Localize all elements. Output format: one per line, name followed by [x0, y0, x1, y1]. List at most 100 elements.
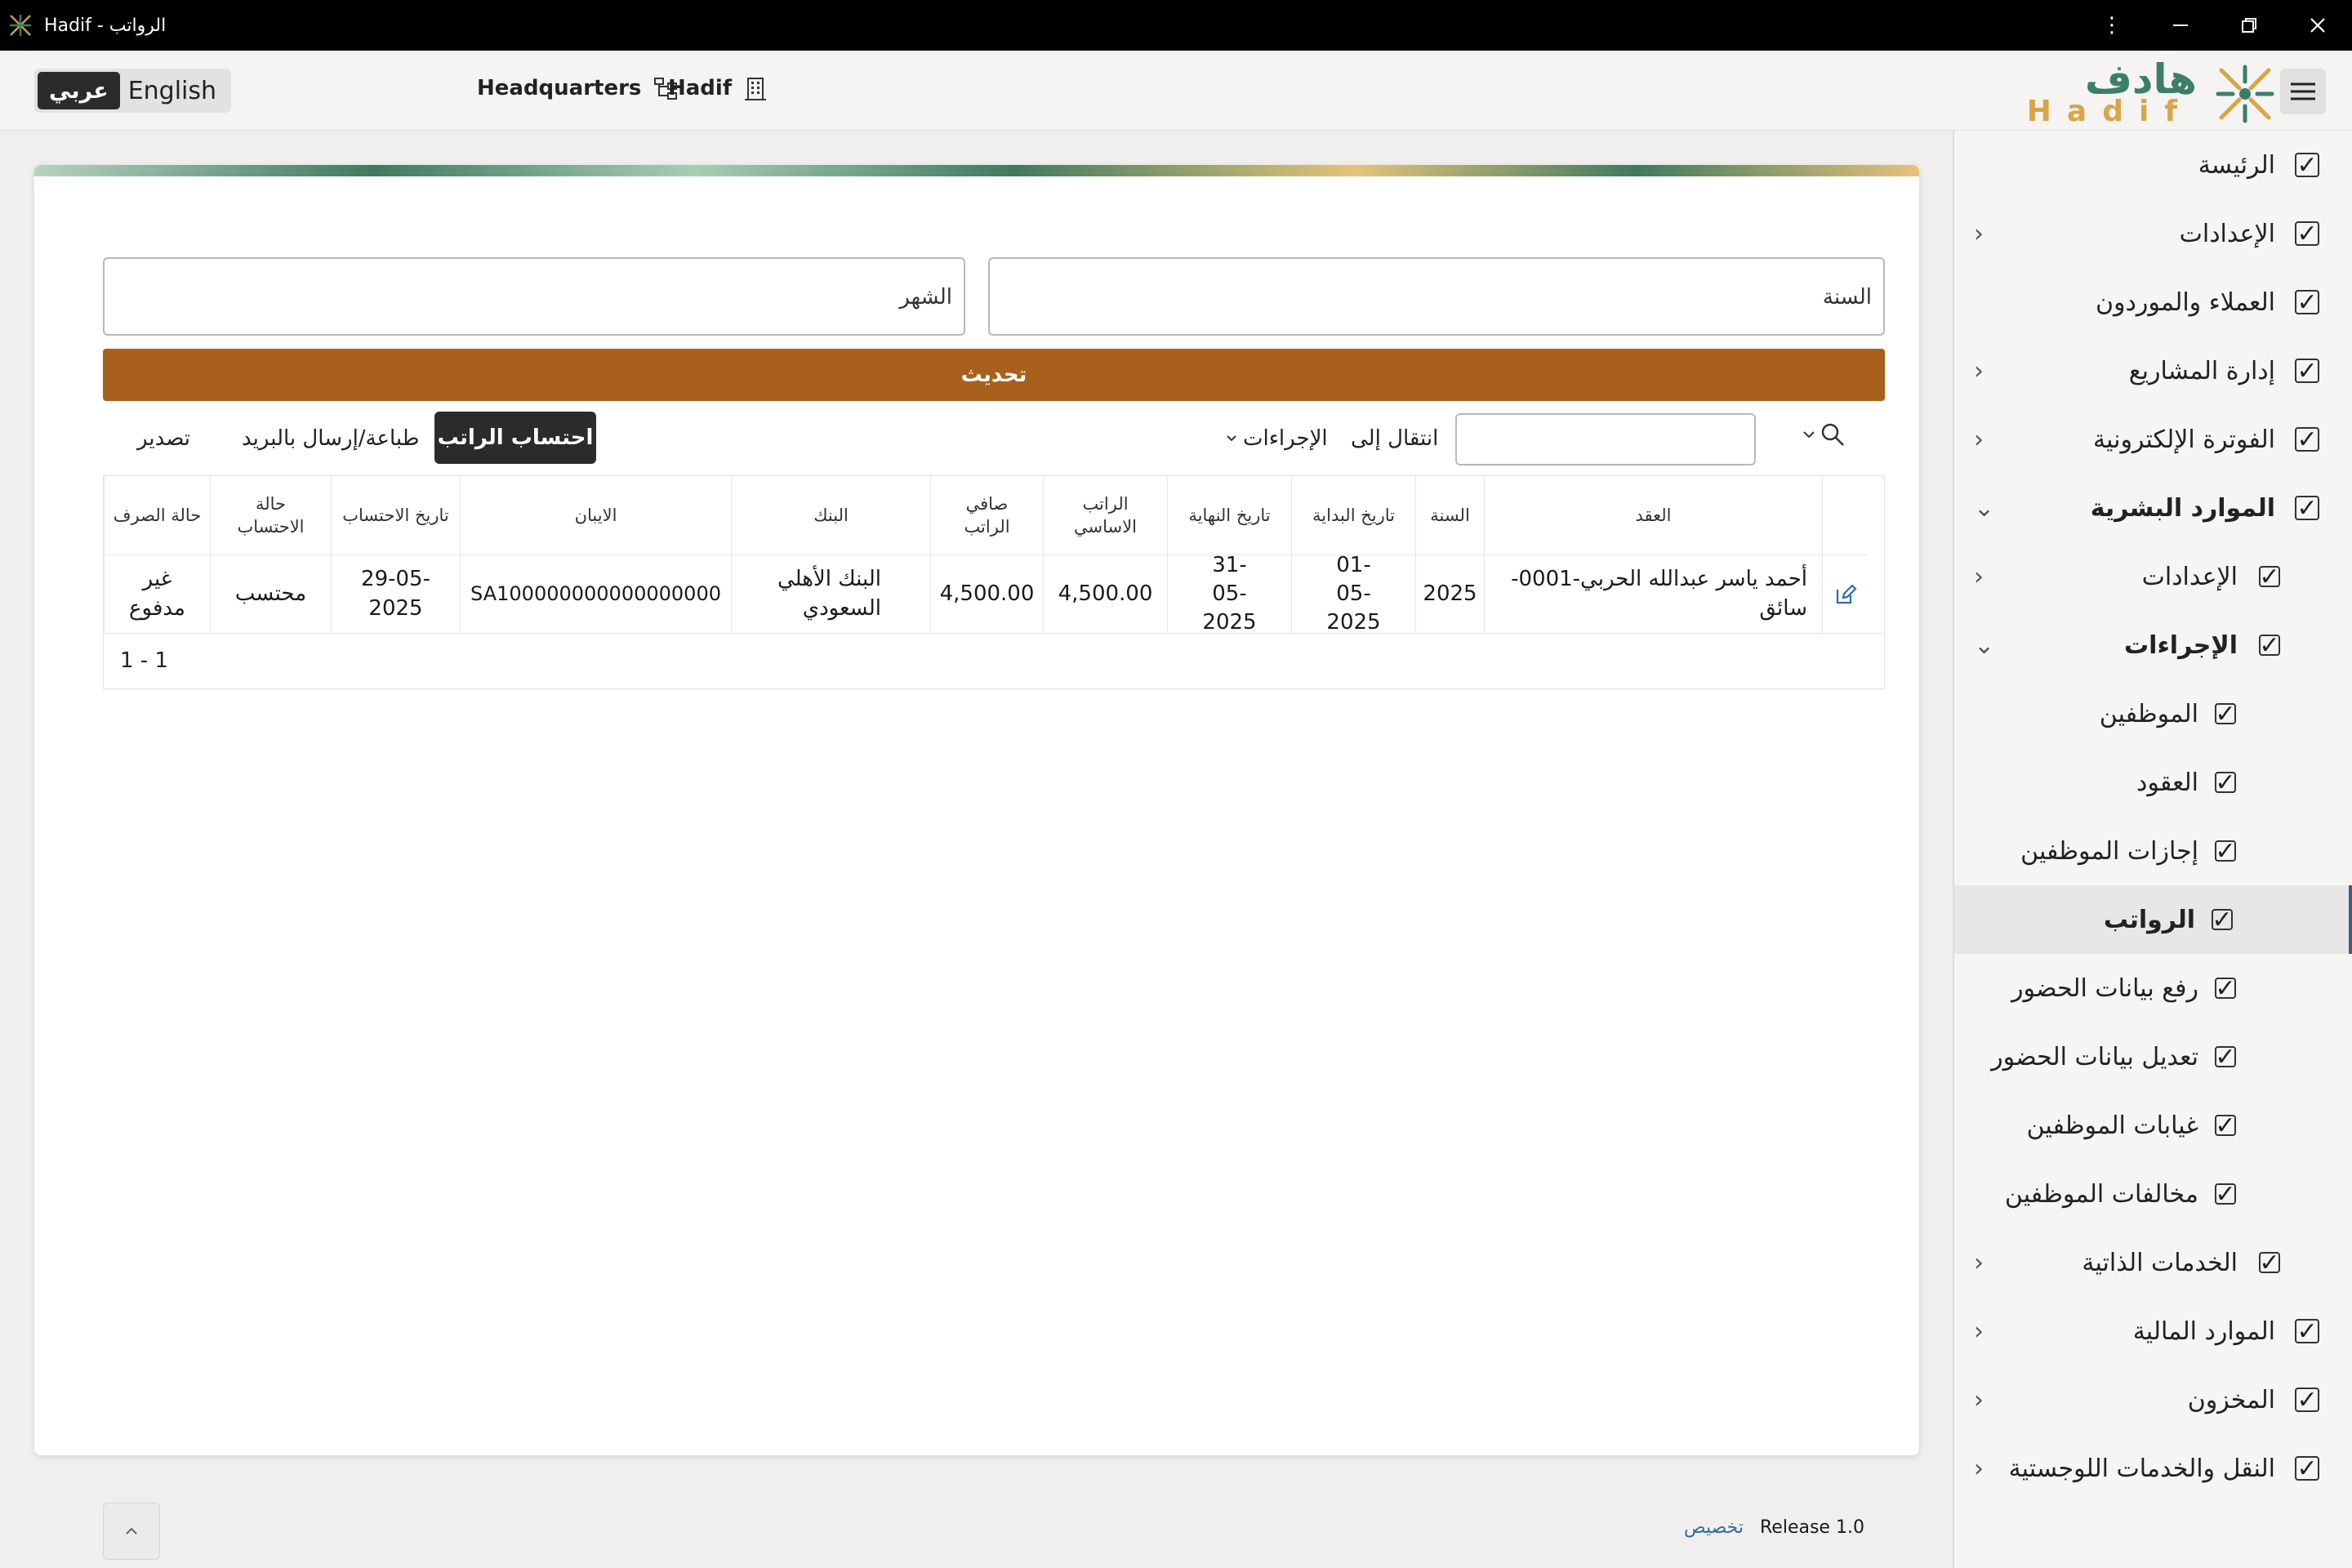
menu-toggle-button[interactable]: [2280, 69, 2326, 114]
refresh-button[interactable]: تحديث: [103, 349, 1885, 401]
calculate-salary-button[interactable]: احتساب الراتب: [434, 412, 596, 464]
sidebar-item-home[interactable]: ✓ الرئيسة: [1954, 131, 2352, 199]
actions-menu-button[interactable]: الإجراءات: [1225, 426, 1328, 451]
sidebar-item-self-services[interactable]: ✓ الخدمات الذاتية ‹: [1954, 1228, 2352, 1297]
month-label: الشهر: [899, 285, 952, 310]
scroll-to-top-button[interactable]: [103, 1503, 160, 1560]
app-icon: [10, 15, 31, 36]
checkbox-icon: ✓: [2259, 630, 2280, 660]
sidebar-item-employee-absences[interactable]: ✓ غيابات الموظفين: [1954, 1091, 2352, 1160]
organization-selector[interactable]: Hadif: [668, 75, 768, 101]
checkbox-icon: ✓: [2295, 1386, 2319, 1414]
cell-iban: SA100000000000000000: [460, 555, 731, 633]
cell-calc-date: 29-05-2025: [331, 555, 460, 633]
cell-bank: البنك الأهلي السعودي: [731, 555, 930, 633]
sidebar-item-customers-suppliers[interactable]: ✓ العملاء والموردون: [1954, 268, 2352, 336]
more-options-icon[interactable]: ⋮: [2078, 0, 2146, 51]
logo-mark-icon: [2216, 65, 2274, 123]
sidebar-item-employees[interactable]: ✓ الموظفين: [1954, 679, 2352, 748]
decorative-banner: [34, 165, 1919, 176]
cell-payment-status: غير مدفوع: [104, 555, 210, 633]
grid-pagination: 1 - 1: [104, 633, 1884, 688]
header-basic-salary: الراتب الاساسي: [1043, 476, 1167, 555]
chevron-down-icon: [1227, 435, 1236, 442]
checkbox-icon: ✓: [2215, 699, 2236, 728]
chevron-down-icon: ⌄: [1974, 630, 1995, 660]
chevron-left-icon: ‹: [1974, 219, 1984, 248]
checkbox-icon: ✓: [2215, 1042, 2236, 1071]
chevron-left-icon: ‹: [1974, 425, 1984, 454]
checkbox-icon: ✓: [2215, 836, 2236, 866]
sidebar-item-settings[interactable]: ✓ الإعدادات ‹: [1954, 199, 2352, 268]
checkbox-icon: ✓: [2215, 768, 2236, 797]
print-email-button[interactable]: طباعة/إرسال بالبريد: [242, 426, 419, 451]
checkbox-icon: ✓: [2295, 357, 2319, 385]
export-button[interactable]: تصدير: [137, 426, 190, 451]
chevron-left-icon: ‹: [1974, 562, 1984, 591]
cell-contract: أحمد ياسر عبدالله الحربي-0001-سائق: [1484, 555, 1822, 633]
header-net-salary: صافي الراتب: [930, 476, 1043, 555]
cell-start-date: 01-05-2025: [1291, 553, 1415, 635]
sidebar-item-attendance-edit[interactable]: ✓ تعديل بيانات الحضور: [1954, 1022, 2352, 1091]
window-titlebar: Hadif - الرواتب ⋮: [0, 0, 2352, 51]
sidebar-item-salaries[interactable]: ✓ الرواتب: [1954, 885, 2352, 954]
cell-net-salary: 4,500.00: [930, 555, 1043, 633]
lang-english-button[interactable]: English: [120, 72, 228, 109]
headquarters-selector[interactable]: Headquarters: [477, 75, 679, 101]
pagination-range: 1 - 1: [120, 648, 168, 673]
chevron-left-icon: ‹: [1974, 356, 1984, 385]
chevron-left-icon: ‹: [1974, 1454, 1984, 1483]
cell-end-date: 31-05-2025: [1167, 553, 1291, 635]
hamburger-icon: [2291, 82, 2315, 100]
chevron-down-icon: [1803, 431, 1815, 439]
chevron-left-icon: ‹: [1974, 1248, 1984, 1277]
edit-row-button[interactable]: [1822, 555, 1868, 633]
sidebar-item-employee-leaves[interactable]: ✓ إجازات الموظفين: [1954, 817, 2352, 885]
header-start-date: تاريخ البداية: [1291, 476, 1415, 555]
salaries-grid: العقد السنة تاريخ البداية تاريخ النهاية …: [103, 475, 1885, 689]
checkbox-icon: ✓: [2295, 288, 2319, 317]
sidebar-item-attendance-upload[interactable]: ✓ رفع بيانات الحضور: [1954, 954, 2352, 1022]
month-field[interactable]: الشهر: [103, 257, 965, 336]
chevron-up-icon: [126, 1527, 137, 1535]
grid-search-input[interactable]: [1455, 413, 1756, 466]
sidebar-item-contracts[interactable]: ✓ العقود: [1954, 748, 2352, 817]
checkbox-icon: ✓: [2295, 1317, 2319, 1346]
sidebar-item-hr-procedures[interactable]: ✓ الإجراءات ⌄: [1954, 611, 2352, 679]
organization-label: Hadif: [668, 76, 733, 100]
restore-button[interactable]: [2215, 0, 2283, 51]
language-switcher: عربي English: [34, 69, 232, 113]
lang-arabic-button[interactable]: عربي: [38, 72, 120, 109]
sidebar-item-logistics[interactable]: ✓ النقل والخدمات اللوجستية ‹: [1954, 1434, 2352, 1503]
checkbox-icon: ✓: [2295, 151, 2319, 180]
sidebar-item-inventory[interactable]: ✓ المخزون ‹: [1954, 1365, 2352, 1434]
header-edit: [1822, 476, 1868, 555]
sidebar-item-financial-resources[interactable]: ✓ الموارد المالية ‹: [1954, 1297, 2352, 1365]
headquarters-label: Headquarters: [477, 76, 642, 100]
checkbox-icon: ✓: [2259, 562, 2280, 591]
sidebar-item-e-invoicing[interactable]: ✓ الفوترة الإلكترونية ‹: [1954, 405, 2352, 474]
goto-button[interactable]: انتقال إلى: [1351, 426, 1438, 451]
edit-icon: [1836, 583, 1857, 604]
checkbox-icon: ✓: [2259, 1248, 2280, 1277]
checkbox-icon: ✓: [2215, 973, 2236, 1003]
sidebar-item-project-management[interactable]: ✓ إدارة المشاريع ‹: [1954, 336, 2352, 405]
checkbox-icon: ✓: [2295, 1454, 2319, 1483]
header-year: السنة: [1415, 476, 1484, 555]
search-icon: [1821, 423, 1844, 446]
checkbox-icon: ✓: [2295, 494, 2319, 523]
close-button[interactable]: [2283, 0, 2352, 51]
sidebar-item-human-resources[interactable]: ✓ الموارد البشرية ⌄: [1954, 474, 2352, 542]
year-label: السنة: [1822, 285, 1872, 310]
sidebar-item-hr-settings[interactable]: ✓ الإعدادات ‹: [1954, 542, 2352, 611]
header-contract: العقد: [1484, 476, 1822, 555]
cell-calc-status: محتسب: [210, 555, 331, 633]
customize-link[interactable]: تخصيص: [1684, 1517, 1744, 1538]
checkbox-icon: ✓: [2215, 1179, 2236, 1209]
year-field[interactable]: السنة: [988, 257, 1885, 336]
sidebar-nav: ✓ الرئيسة ✓ الإعدادات ‹ ✓ العملاء والموردون …: [1953, 131, 2352, 1568]
actions-label: الإجراءات: [1243, 426, 1328, 451]
sidebar-item-employee-violations[interactable]: ✓ مخالفات الموظفين: [1954, 1160, 2352, 1228]
search-options-button[interactable]: [1802, 421, 1846, 448]
minimize-button[interactable]: [2146, 0, 2215, 51]
